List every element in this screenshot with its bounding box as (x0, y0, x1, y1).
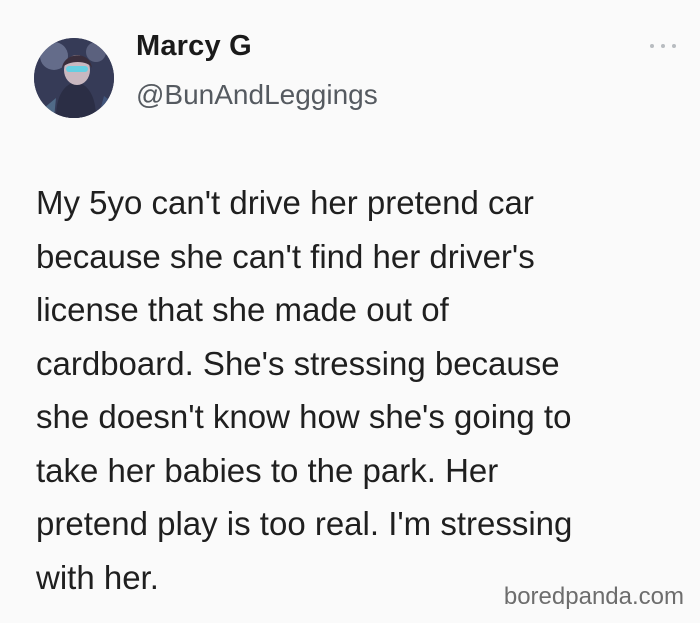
tweet-text-line: cardboard. She's stressing because (36, 344, 560, 382)
tweet-card: Marcy G @BunAndLeggings My 5yo can't dri… (0, 0, 700, 623)
tweet-text-line: because she can't find her driver's (36, 237, 535, 275)
tweet-text-line: she doesn't know how she's going to (36, 398, 572, 435)
tweet-text-line: pretend play is too real. I'm stressing (36, 505, 573, 542)
more-dot (650, 44, 654, 48)
more-dot (661, 44, 665, 48)
author-handle[interactable]: @BunAndLeggings (136, 79, 378, 111)
tweet-text: My 5yo can't drive her pretend car becau… (36, 176, 686, 604)
tweet-text-line: license that she made out of (36, 291, 449, 328)
avatar-image (34, 38, 114, 118)
avatar[interactable] (34, 38, 114, 118)
more-dot (672, 44, 676, 48)
author-display-name[interactable]: Marcy G (136, 30, 252, 63)
more-options-icon[interactable] (650, 40, 676, 52)
tweet-text-line: My 5yo can't drive her pretend car (36, 184, 534, 221)
watermark: boredpanda.com (503, 583, 684, 610)
tweet-text-line: take her babies to the park. Her (36, 451, 499, 489)
